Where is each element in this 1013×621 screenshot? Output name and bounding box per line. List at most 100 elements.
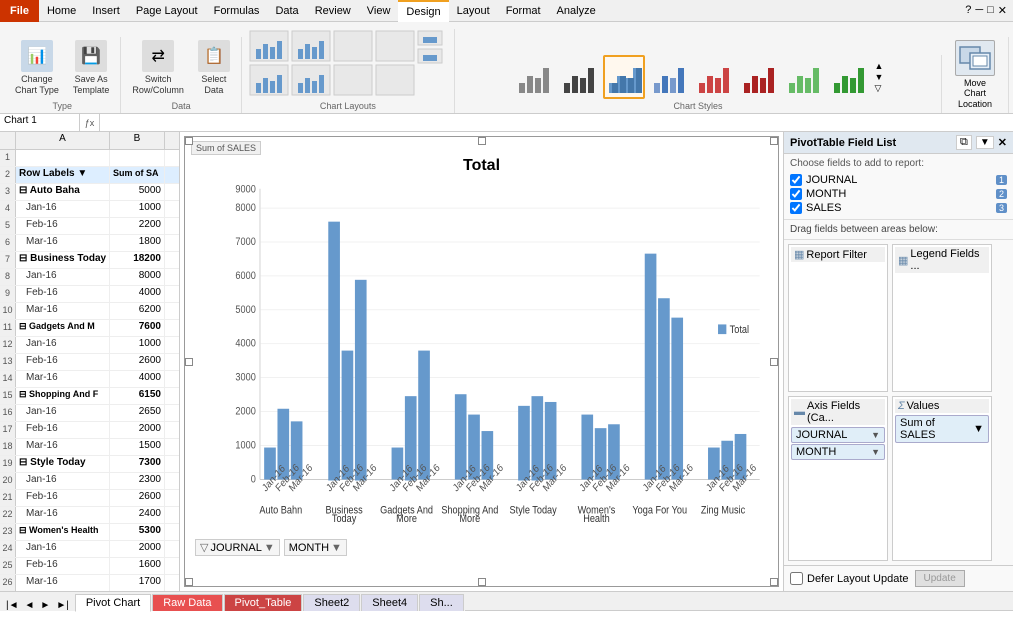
resize-tr[interactable] — [770, 137, 778, 145]
menu-review[interactable]: Review — [307, 0, 359, 22]
styles-dropdown[interactable]: ▽ — [875, 84, 884, 93]
chart-style-7[interactable] — [783, 55, 825, 99]
minimize-icon[interactable]: ─ — [975, 4, 983, 17]
save-as-template-button[interactable]: 💾 Save AsTemplate — [68, 37, 115, 99]
journal-filter-button[interactable]: ▽ JOURNAL ▼ — [195, 539, 280, 556]
pivot-copy-icon[interactable]: ⧉ — [956, 135, 972, 150]
resize-br[interactable] — [770, 578, 778, 586]
table-row: 2 Row Labels ▼ Sum of SA — [0, 167, 179, 184]
pivot-close-icon[interactable]: ✕ — [998, 136, 1007, 149]
chart-style-2[interactable] — [558, 55, 600, 99]
styles-scroll-down[interactable]: ▼ — [875, 73, 884, 82]
menu-design[interactable]: Design — [398, 0, 448, 22]
sales-field: SALES 3 — [790, 201, 1007, 215]
sum-of-sales-dropdown[interactable]: ▼ — [973, 423, 984, 435]
journal-dropdown[interactable]: ▼ — [264, 542, 275, 554]
resize-top[interactable] — [478, 137, 486, 145]
chart-style-1[interactable] — [513, 55, 555, 99]
resize-bottom[interactable] — [478, 578, 486, 586]
spreadsheet-column-headers: A B — [0, 132, 179, 150]
chart-style-8[interactable] — [828, 55, 870, 99]
formula-input[interactable] — [100, 114, 1013, 131]
sheet-tab-pivot-table[interactable]: Pivot_Table — [224, 594, 303, 611]
styles-scroll-up[interactable]: ▲ — [875, 62, 884, 71]
move-chart-button[interactable]: MoveChartLocation — [948, 37, 1002, 113]
axis-month-item: MONTH ▼ — [791, 444, 885, 460]
formula-function-icon: ƒx — [80, 114, 100, 131]
sheet-tab-sheet2[interactable]: Sheet2 — [303, 594, 360, 611]
sheet-nav-last[interactable]: ►| — [54, 600, 71, 611]
update-button[interactable]: Update — [915, 570, 965, 587]
col-header-b: B — [110, 132, 165, 149]
menu-analyze[interactable]: Analyze — [549, 0, 604, 22]
svg-text:More: More — [459, 514, 480, 526]
spreadsheet-rows: 1 2 Row Labels ▼ Sum of SA 3 ⊟ Auto Baha… — [0, 150, 179, 591]
close-icon[interactable]: ✕ — [998, 4, 1007, 17]
chart-panel: Sum of SALES Total — [180, 132, 783, 591]
svg-text:9000: 9000 — [235, 184, 256, 196]
resize-right[interactable] — [770, 358, 778, 366]
pivot-zone-report-filter[interactable]: ▦ Report Filter — [788, 244, 888, 392]
report-filter-header: ▦ Report Filter — [791, 247, 885, 262]
defer-layout-checkbox[interactable] — [790, 572, 803, 585]
axis-month-dropdown[interactable]: ▼ — [871, 447, 880, 457]
menu-formulas[interactable]: Formulas — [206, 0, 268, 22]
chart-style-3[interactable] — [603, 55, 645, 99]
restore-icon[interactable]: □ — [987, 4, 994, 17]
menu-insert[interactable]: Insert — [84, 0, 128, 22]
change-chart-type-button[interactable]: 📊 ChangeChart Type — [10, 37, 64, 99]
menu-home[interactable]: Home — [39, 0, 84, 22]
menu-page-layout[interactable]: Page Layout — [128, 0, 206, 22]
chart-style-6[interactable] — [738, 55, 780, 99]
table-row: 16 Jan-16 2650 — [0, 405, 179, 422]
menu-file[interactable]: File — [0, 0, 39, 22]
pivot-zone-axis-fields[interactable]: ▬ Axis Fields (Ca... JOURNAL ▼ MONTH ▼ — [788, 396, 888, 562]
pivot-dropdown-icon[interactable]: ▼ — [976, 136, 994, 149]
month-field-name: MONTH — [806, 188, 992, 200]
resize-left[interactable] — [185, 358, 193, 366]
axis-journal-dropdown[interactable]: ▼ — [871, 430, 880, 440]
sheet-tab-pivot-chart[interactable]: Pivot Chart — [75, 594, 151, 612]
pivot-zone-legend-fields[interactable]: ▦ Legend Fields ... — [892, 244, 992, 392]
month-dropdown[interactable]: ▼ — [331, 542, 342, 554]
menu-view[interactable]: View — [359, 0, 399, 22]
chart-style-4[interactable] — [648, 55, 690, 99]
pivot-panel-title: PivotTable Field List — [790, 137, 896, 149]
svg-text:6000: 6000 — [235, 270, 256, 282]
formula-bar-row: Chart 1 ƒx — [0, 114, 1013, 132]
menu-data[interactable]: Data — [267, 0, 306, 22]
month-field-num: 2 — [996, 189, 1007, 199]
sheet-nav-first[interactable]: |◄ — [4, 600, 21, 611]
menu-layout[interactable]: Layout — [449, 0, 498, 22]
name-box[interactable]: Chart 1 — [0, 114, 80, 131]
sheet-tab-sh[interactable]: Sh... — [419, 594, 464, 611]
month-filter-button[interactable]: MONTH ▼ — [284, 539, 347, 556]
month-checkbox[interactable] — [790, 188, 802, 200]
select-data-button[interactable]: 📋 SelectData — [193, 37, 235, 99]
table-row: 20 Jan-16 2300 — [0, 473, 179, 490]
select-data-label: SelectData — [201, 74, 226, 96]
sheet-nav-prev[interactable]: ◄ — [23, 600, 37, 611]
chart-border[interactable]: Sum of SALES Total — [184, 136, 779, 587]
resize-bl[interactable] — [185, 578, 193, 586]
axis-journal-item: JOURNAL ▼ — [791, 427, 885, 443]
sales-checkbox[interactable] — [790, 202, 802, 214]
help-icon[interactable]: ? — [965, 4, 971, 17]
sheet-tab-sheet4[interactable]: Sheet4 — [361, 594, 418, 611]
sheet-nav-next[interactable]: ► — [38, 600, 52, 611]
table-row: 17 Feb-16 2000 — [0, 422, 179, 439]
ribbon-group-chart-styles: ▲ ▼ ▽ Chart Styles — [455, 55, 942, 113]
table-row: 12 Jan-16 1000 — [0, 337, 179, 354]
menu-format[interactable]: Format — [498, 0, 549, 22]
resize-tl[interactable] — [185, 137, 193, 145]
sheet-tab-raw-data[interactable]: Raw Data — [152, 594, 222, 611]
values-sigma-icon: Σ — [898, 400, 905, 412]
pivot-zone-values[interactable]: Σ Values Sum of SALES ▼ — [892, 396, 992, 562]
journal-checkbox[interactable] — [790, 174, 802, 186]
table-row: 15 ⊟ Shopping And F 6150 — [0, 388, 179, 405]
journal-field-name: JOURNAL — [806, 174, 992, 186]
switch-row-column-button[interactable]: ⇄ SwitchRow/Column — [127, 37, 189, 99]
month-field: MONTH 2 — [790, 187, 1007, 201]
chart-style-5[interactable] — [693, 55, 735, 99]
pivot-panel: PivotTable Field List ⧉ ▼ ✕ Choose field… — [783, 132, 1013, 591]
